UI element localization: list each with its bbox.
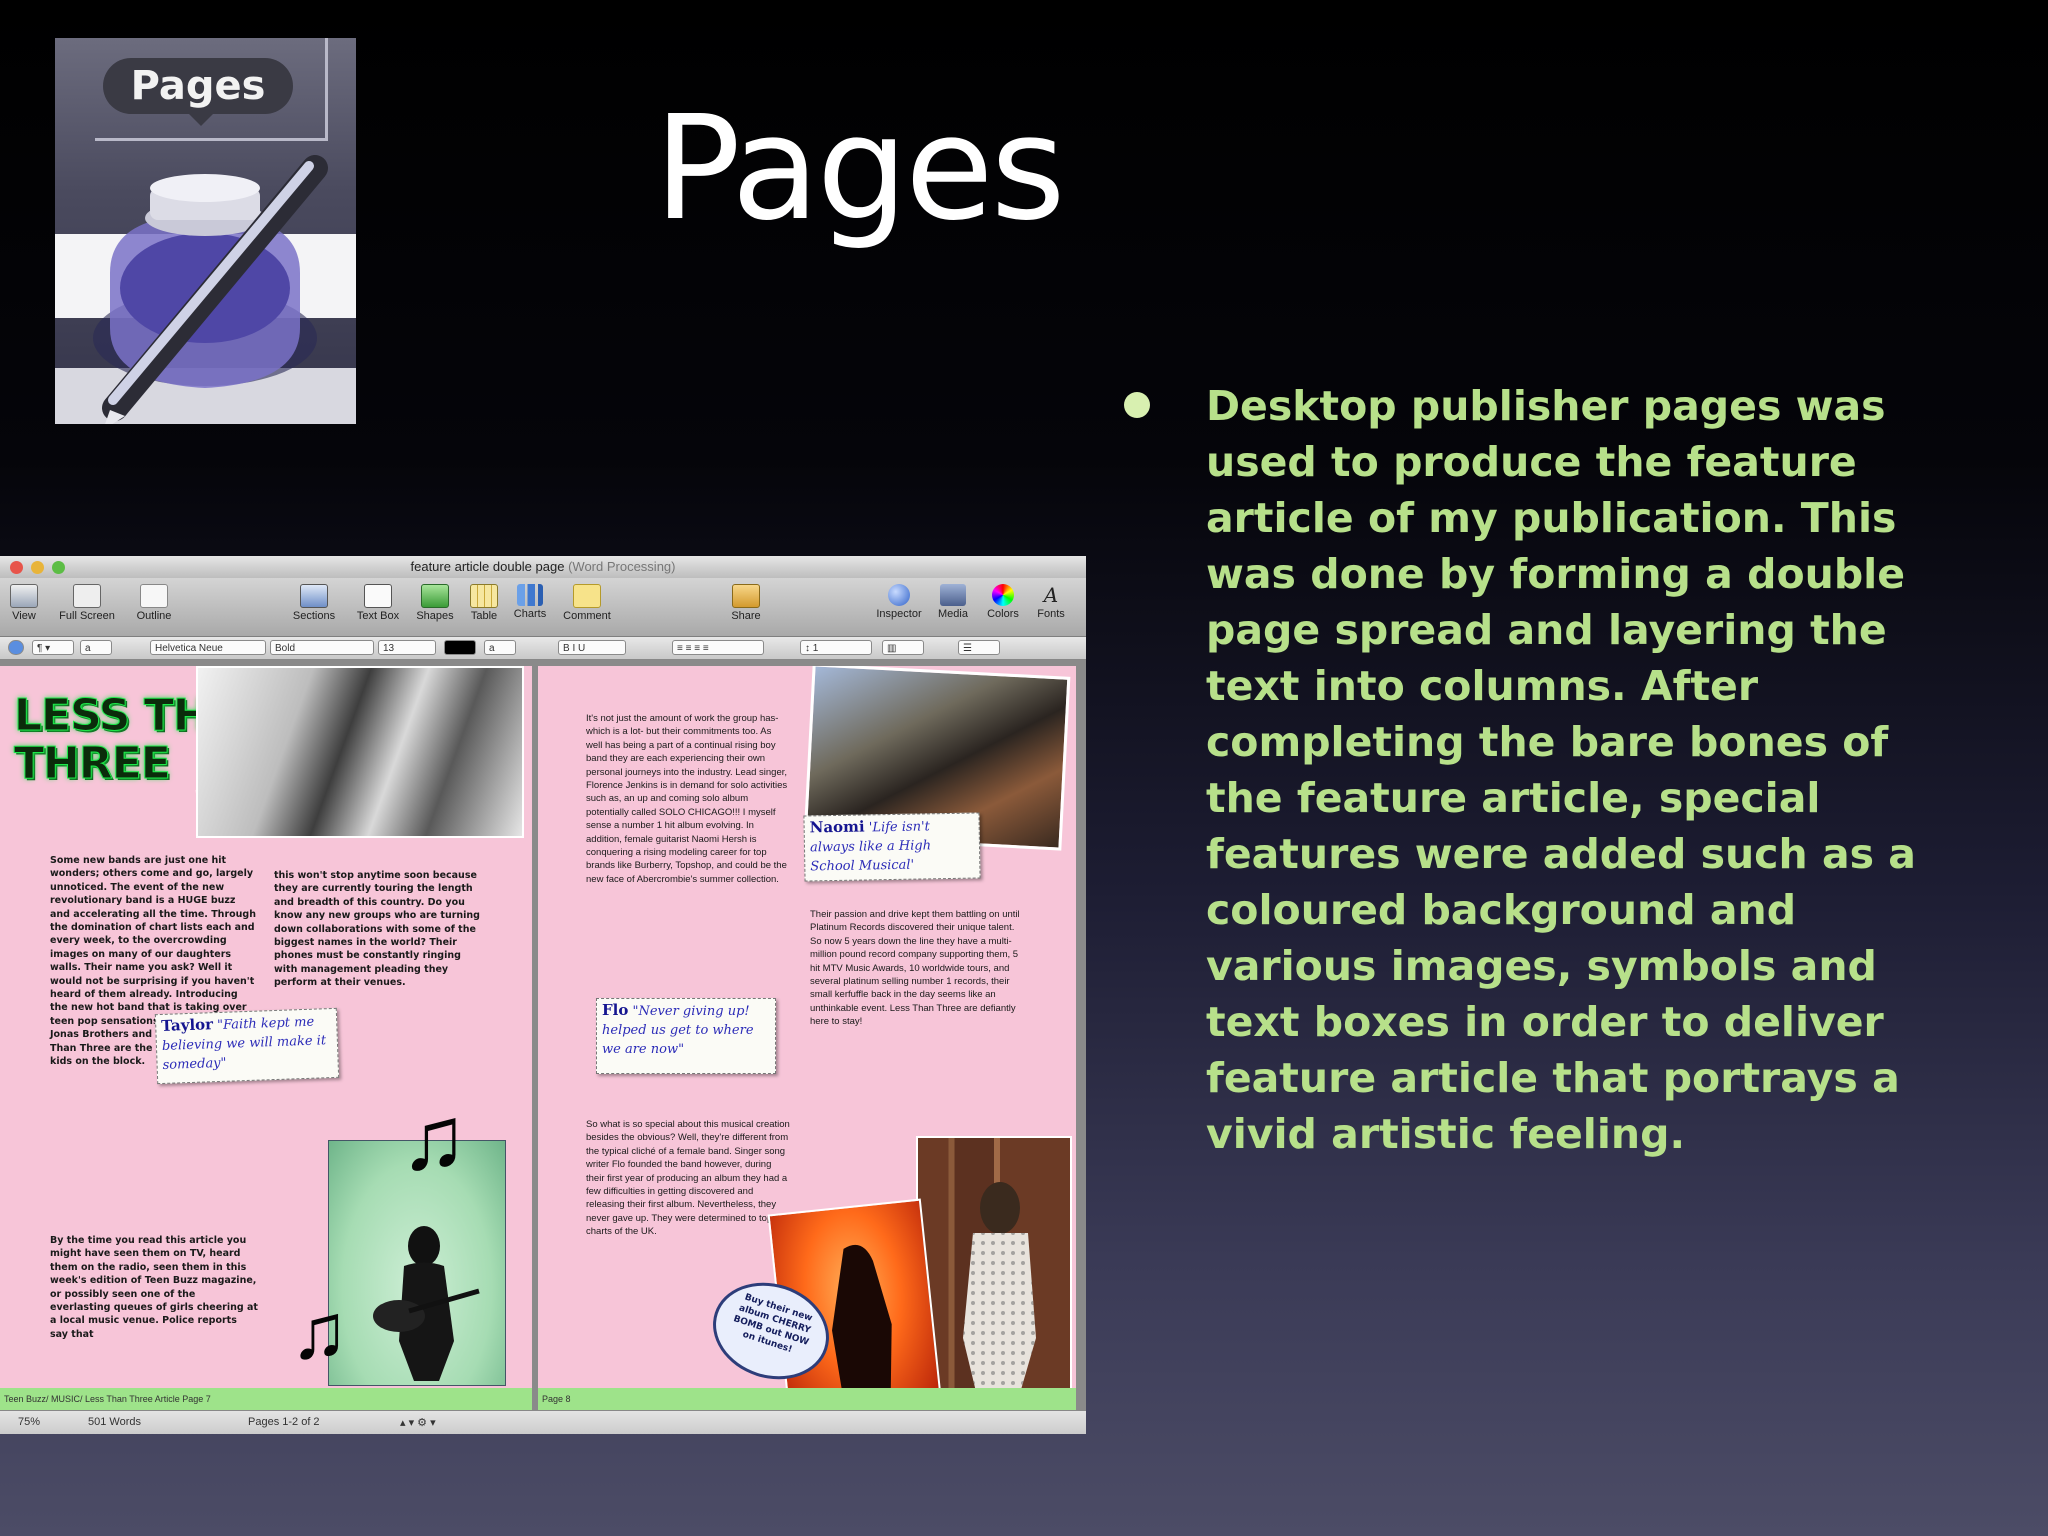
colors-icon — [992, 584, 1014, 606]
left-column-2: this won't stop anytime soon because the… — [274, 870, 480, 989]
left-page[interactable]: LESS THAN THREE <3 Some new bands are ju… — [0, 666, 532, 1409]
ink-pen-icon — [93, 155, 328, 424]
slide-title: Pages — [654, 84, 1066, 252]
window-titlebar: feature article double page (Word Proces… — [0, 556, 1086, 578]
media-icon — [940, 584, 966, 606]
status-bar: 75% 501 Words Pages 1-2 of 2 ▴ ▾ ⚙ ▾ — [0, 1410, 1086, 1434]
music-note-icon: ♫ — [290, 1287, 349, 1375]
fonts-icon: A — [1043, 583, 1059, 607]
headline-line-2: THREE — [14, 738, 172, 789]
document-canvas[interactable]: LESS THAN THREE <3 Some new bands are ju… — [0, 660, 1086, 1410]
quote-naomi: Naomi 'Life isn't always like a High Sch… — [803, 812, 981, 882]
shapes-icon — [421, 584, 449, 608]
inspector-icon — [888, 584, 910, 606]
toolbar-sections[interactable]: Sections — [288, 578, 340, 622]
quote-taylor: Taylor "Faith kept me believing we will … — [154, 1007, 340, 1085]
paragraph-style-select[interactable]: ¶ ▾ — [32, 640, 74, 655]
format-bar: ¶ ▾ a Helvetica Neue Bold 13 a B I U ≡ ≡… — [0, 637, 1086, 660]
text-box-icon — [364, 584, 392, 608]
toolbar-shapes[interactable]: Shapes — [412, 578, 458, 622]
page-nav-arrows[interactable]: ▴ ▾ ⚙ ▾ — [400, 1416, 436, 1429]
sections-icon — [300, 584, 328, 608]
toolbar-charts[interactable]: Charts — [508, 578, 552, 620]
music-notes-icon: ♫ — [400, 1089, 468, 1189]
view-icon — [10, 584, 38, 608]
left-page-footer: Teen Buzz/ MUSIC/ Less Than Three Articl… — [0, 1388, 532, 1410]
full-screen-icon — [73, 584, 101, 608]
toolbar-outline[interactable]: Outline — [130, 578, 178, 622]
bold-italic-underline[interactable]: B I U — [558, 640, 626, 655]
font-family-select[interactable]: Helvetica Neue — [150, 640, 266, 655]
window-title: feature article double page (Word Proces… — [410, 559, 676, 574]
line-spacing-select[interactable]: ↕ 1 — [800, 640, 872, 655]
bullet-text: Desktop publisher pages was used to prod… — [1206, 382, 1916, 1158]
comment-icon — [573, 584, 601, 608]
toolbar-media[interactable]: Media — [934, 578, 972, 620]
columns-select[interactable]: ▥ — [882, 640, 924, 655]
band-photo-bw — [196, 666, 524, 838]
bullet-icon — [1124, 392, 1150, 418]
word-count: 501 Words — [88, 1416, 141, 1428]
toolbar-colors[interactable]: Colors — [980, 578, 1026, 620]
toolbar-comment[interactable]: Comment — [556, 578, 618, 622]
toolbar-view[interactable]: View — [6, 578, 42, 622]
font-size-select[interactable]: 13 — [378, 640, 436, 655]
toolbar-inspector[interactable]: Inspector — [870, 578, 928, 620]
right-column-1: It's not just the amount of work the gro… — [586, 713, 788, 885]
right-page-footer: Page 8 — [538, 1388, 1076, 1410]
toolbar-table[interactable]: Table — [464, 578, 504, 622]
table-icon — [470, 584, 498, 608]
toolbar-fonts[interactable]: A Fonts — [1032, 578, 1070, 620]
charts-icon — [517, 584, 543, 606]
outline-icon — [140, 584, 168, 608]
pages-app-icon: Pages — [55, 38, 356, 424]
toolbar-share[interactable]: Share — [726, 578, 766, 622]
font-style-select[interactable]: Bold — [270, 640, 374, 655]
right-page[interactable]: It's not just the amount of work the gro… — [538, 666, 1076, 1409]
highlight-color-well[interactable]: a — [484, 640, 516, 655]
girl-brick-wall-photo — [916, 1136, 1072, 1402]
text-color-well[interactable] — [444, 640, 476, 655]
list-bullets-select[interactable]: ☰ — [958, 640, 1000, 655]
right-column-2: Their passion and drive kept them battli… — [810, 909, 1020, 1028]
right-column-1b: So what is so special about this musical… — [586, 1119, 790, 1238]
styles-drawer-button[interactable] — [8, 640, 24, 655]
toolbar: View Full Screen Outline Sections Text B… — [0, 578, 1086, 637]
toolbar-full-screen[interactable]: Full Screen — [52, 578, 122, 622]
alignment-buttons[interactable]: ≡ ≡ ≡ ≡ — [672, 640, 764, 655]
share-icon — [732, 584, 760, 608]
quote-flo: Flo "Never giving up! helped us get to w… — [596, 998, 776, 1074]
list-style-select[interactable]: a — [80, 640, 112, 655]
toolbar-text-box[interactable]: Text Box — [350, 578, 406, 622]
zoom-select[interactable]: 75% — [18, 1416, 40, 1428]
left-column-1b: By the time you read this article you mi… — [50, 1235, 258, 1340]
page-count: Pages 1-2 of 2 — [248, 1416, 320, 1428]
pages-window: feature article double page (Word Proces… — [0, 556, 1086, 1434]
